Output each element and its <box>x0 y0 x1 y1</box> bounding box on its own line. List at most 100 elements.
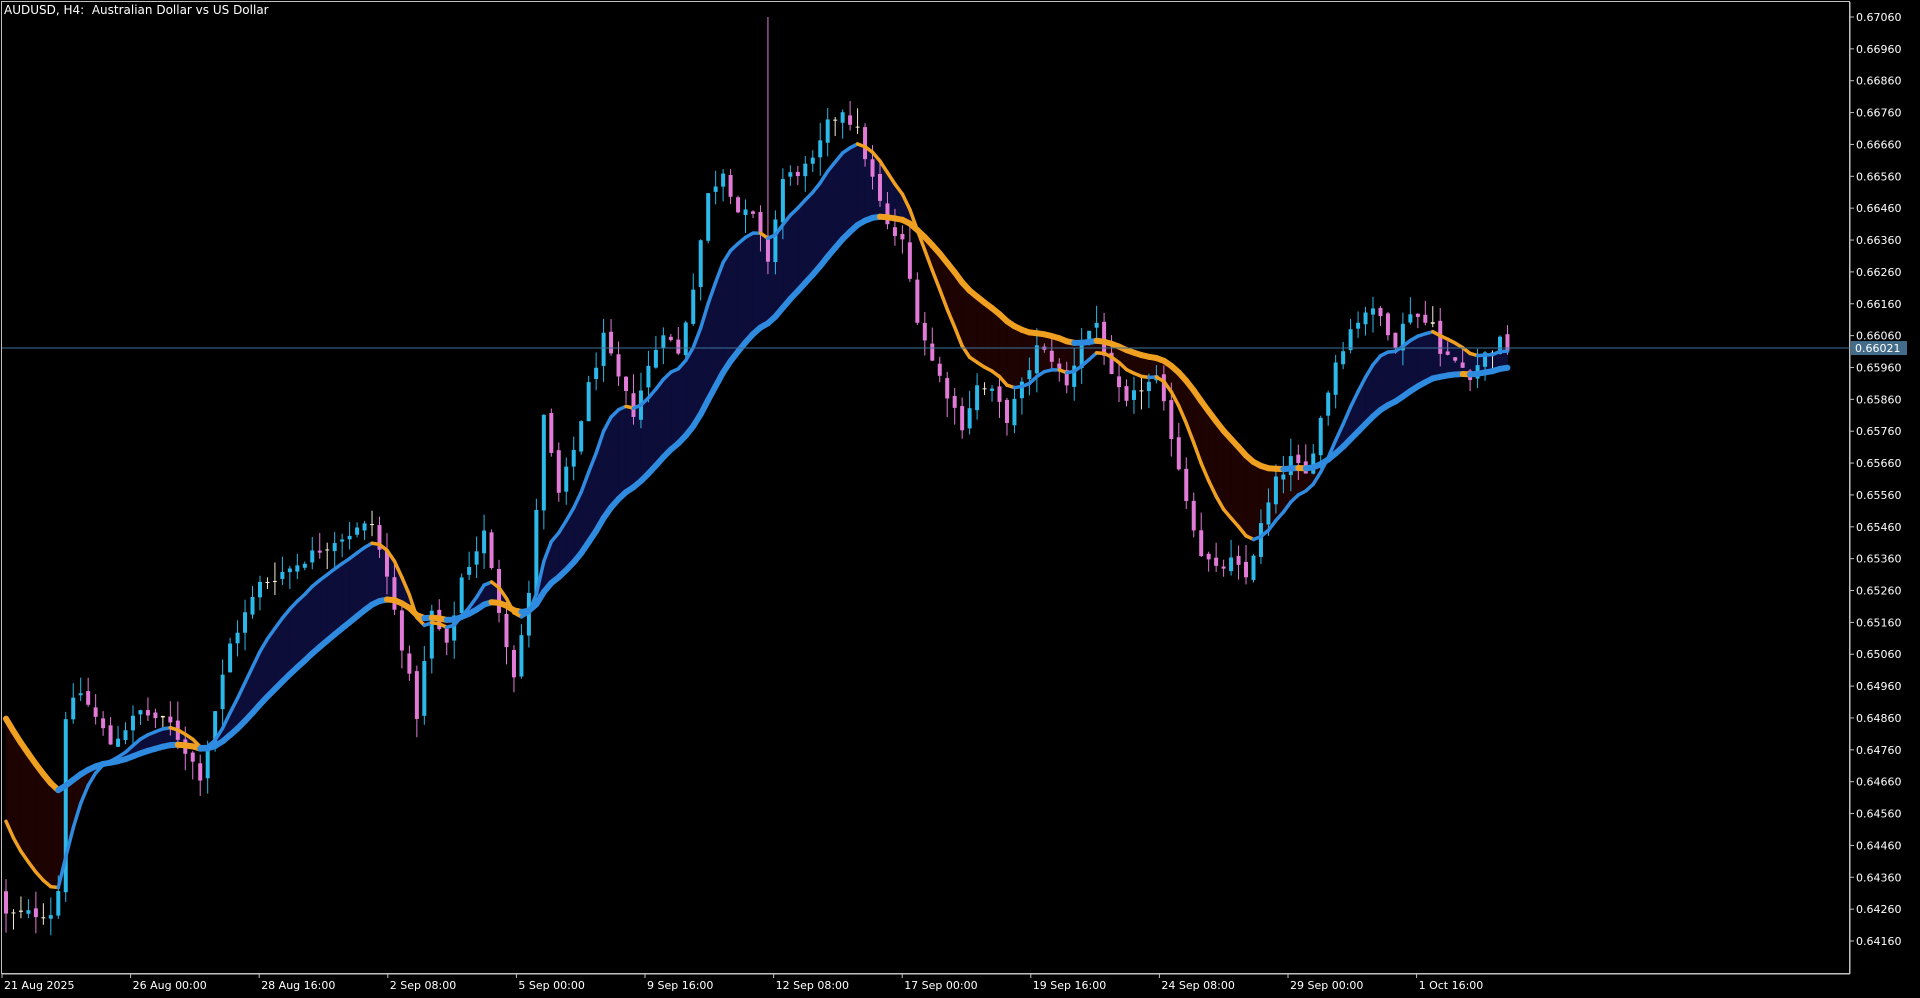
candle-body <box>713 186 718 192</box>
candle-body <box>1229 557 1234 572</box>
candle-body <box>1012 398 1017 426</box>
price-tick-label: 0.65860 <box>1856 393 1902 406</box>
candle-body <box>1258 523 1263 557</box>
candle-body <box>272 581 277 583</box>
candle-body <box>1244 561 1249 578</box>
price-tick-label: 0.64260 <box>1856 903 1902 916</box>
slow-ma-segment <box>1497 364 1511 372</box>
candle-body <box>728 175 733 197</box>
ma-fill-segment <box>790 207 799 300</box>
price-tick-label: 0.66160 <box>1856 298 1902 311</box>
ma-fill-segment <box>618 405 627 500</box>
candle-body <box>130 715 135 731</box>
candle-body <box>990 388 995 391</box>
candle-body <box>1139 390 1144 392</box>
candle-body <box>556 450 561 493</box>
candle-body <box>1169 400 1174 440</box>
candle-body <box>1184 468 1189 502</box>
candle-body <box>511 649 516 678</box>
price-tick-label: 0.65960 <box>1856 361 1902 374</box>
candle-body <box>228 643 233 673</box>
candle-body <box>646 365 651 388</box>
price-tick-label: 0.64760 <box>1856 744 1902 757</box>
candle-body <box>235 632 240 644</box>
candle-body <box>691 289 696 324</box>
candle-body <box>609 331 614 354</box>
candle-body <box>1049 350 1054 362</box>
ma-fill-segment <box>334 562 343 636</box>
candle-body <box>1131 390 1136 400</box>
candle-body <box>145 710 150 716</box>
price-tick-label: 0.67060 <box>1856 11 1902 24</box>
candle-body <box>355 527 360 535</box>
ma-fill-segment <box>1380 351 1389 411</box>
candle-body <box>706 193 711 241</box>
candle-body <box>982 388 987 390</box>
ma-fill-segment <box>663 371 672 458</box>
candle-body <box>825 119 830 143</box>
ma-fill-segment <box>722 249 731 374</box>
ma-fill-segment <box>1006 320 1015 389</box>
price-tick-label: 0.66060 <box>1856 330 1902 343</box>
price-chart[interactable]: 0.67060 0.66960 0.66860 0.66760 0.66660 0.665… <box>0 0 1920 998</box>
candle-body <box>265 582 270 584</box>
candle-body <box>1087 330 1092 340</box>
candle-body <box>407 653 412 674</box>
candle-body <box>586 382 591 422</box>
candle-body <box>489 532 494 569</box>
candle-body <box>4 891 8 914</box>
candle-body <box>795 171 800 177</box>
price-tick-label: 0.66760 <box>1856 107 1902 120</box>
candle-body <box>160 715 165 718</box>
price-tick-label: 0.66560 <box>1856 170 1902 183</box>
candle-body <box>332 543 337 552</box>
candle-body <box>571 449 576 467</box>
price-tick-label: 0.64460 <box>1856 839 1902 852</box>
price-axis[interactable]: 0.67060 0.66960 0.66860 0.66760 0.66660 0.665… <box>1849 2 1902 974</box>
candle-body <box>579 421 584 452</box>
ma-fill-segment <box>1425 331 1434 383</box>
candle-body <box>758 212 763 234</box>
candle-body <box>257 581 262 598</box>
candle-body <box>220 674 225 710</box>
candle-body <box>1318 417 1323 456</box>
candle-body <box>1363 312 1368 325</box>
candle-body <box>1341 351 1346 365</box>
candle-body <box>997 386 1002 402</box>
price-tick-label: 0.65560 <box>1856 489 1902 502</box>
candle-body <box>541 414 546 511</box>
ma-fill-segment <box>1395 345 1404 403</box>
candle-body <box>280 571 285 579</box>
candle-body <box>317 550 322 553</box>
candle-body <box>922 322 927 341</box>
candle-body <box>773 219 778 263</box>
ma-fill-segment <box>1230 438 1239 528</box>
candle-body <box>616 354 621 377</box>
candle-body <box>1453 357 1458 361</box>
candle-body <box>18 910 23 912</box>
candle-body <box>833 119 838 121</box>
candle-body <box>399 610 404 651</box>
chart-title: AUDUSD, H4: Australian Dollar vs US Doll… <box>4 3 269 17</box>
time-tick-label: 21 Aug 2025 <box>4 979 74 992</box>
time-axis[interactable]: 21 Aug 2025 26 Aug 00:00 28 Aug 16:00 2 Sep… <box>1 973 1850 992</box>
time-tick-label: 19 Sep 16:00 <box>1033 979 1106 992</box>
candle-body <box>302 563 307 568</box>
candle-body <box>915 279 920 323</box>
candle-body <box>900 233 905 240</box>
time-tick-label: 24 Sep 08:00 <box>1161 979 1234 992</box>
candle-body <box>444 627 449 643</box>
price-label-text: 0.66021 <box>1855 342 1901 355</box>
candle-body <box>116 738 121 747</box>
candle-body <box>168 716 173 723</box>
candle-body <box>1393 332 1398 348</box>
candle-body <box>788 172 793 177</box>
candle-body <box>325 549 330 551</box>
candle-body <box>392 577 397 610</box>
ma-fill-segment <box>849 143 858 233</box>
candle-body <box>885 203 890 225</box>
candle-body <box>347 535 352 540</box>
time-tick-label: 28 Aug 16:00 <box>261 979 335 992</box>
ma-fill-segment <box>842 147 851 240</box>
candle-body <box>153 712 158 719</box>
